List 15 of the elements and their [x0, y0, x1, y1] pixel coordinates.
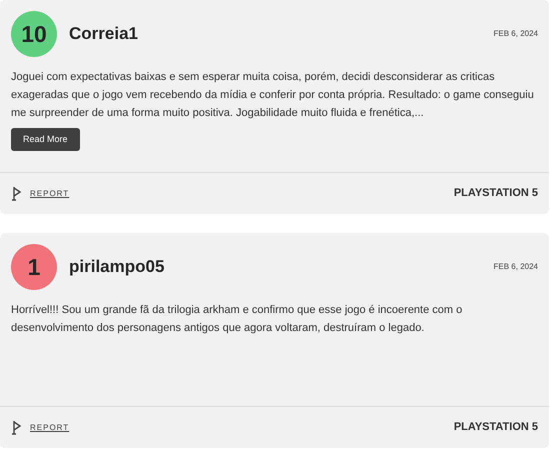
- read-more-button[interactable]: Read More: [11, 128, 80, 151]
- flag-icon: [11, 420, 22, 435]
- report-link[interactable]: REPORT: [30, 188, 70, 200]
- score-badge: 1: [11, 244, 57, 290]
- review-date: FEB 6, 2024: [494, 28, 538, 40]
- platform-label: PLAYSTATION 5: [454, 186, 538, 202]
- author-name: pirilampo05: [69, 256, 164, 278]
- platform-label: PLAYSTATION 5: [454, 420, 538, 436]
- score-badge: 10: [11, 11, 57, 57]
- flag-icon: [11, 186, 22, 201]
- review-text: Horrível!!! Sou um grande fã da trilogia arkham e confirmo que esse jogo é incoerente com o desenvolvimento dos personagens antigos que agora voltaram, destruíram o legado.: [11, 303, 464, 336]
- review-date: FEB 6, 2024: [494, 261, 538, 273]
- author-name: Correia1: [69, 23, 138, 46]
- report-link[interactable]: REPORT: [30, 422, 70, 434]
- review-text: Joguei com expectativas baixas e sem esperar muita coisa, porém, decidi desconsiderar as criticas exageradas que o jogo vem recebendo da mídia e conferir por conta própria. Resultado: o game conseguiu me surpreender de uma forma muito positiva. Jogabilidade muito fluida e frenética,...: [11, 70, 535, 121]
